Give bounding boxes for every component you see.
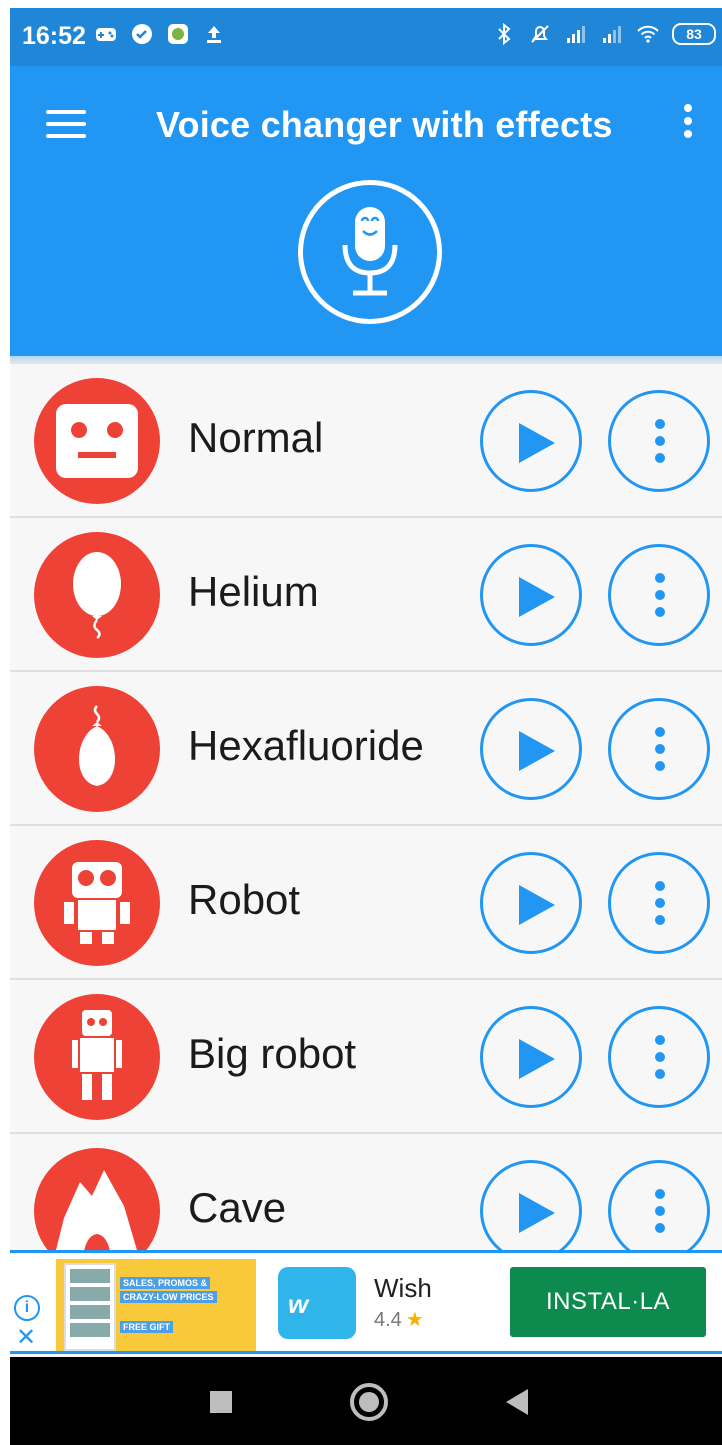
effect-label: Cave [188, 1184, 287, 1231]
logo-text: w [288, 1289, 309, 1319]
wifi-icon [637, 25, 659, 43]
more-options-button[interactable] [608, 1160, 710, 1262]
play-button[interactable] [480, 390, 582, 492]
gamepad-icon [96, 28, 116, 41]
effect-label: Robot [188, 876, 301, 923]
notification-icons [94, 22, 226, 46]
hamburger-menu-icon[interactable] [46, 110, 86, 142]
more-options-button[interactable] [608, 390, 710, 492]
home-icon[interactable] [350, 1383, 388, 1421]
effect-label: Big robot [188, 1030, 357, 1077]
system-icons: 83 [492, 22, 716, 46]
app-notification-icon [168, 24, 188, 44]
play-button[interactable] [480, 544, 582, 646]
effect-label: Helium [188, 568, 319, 615]
ad-image-text: SALES, PROMOS & [120, 1277, 211, 1289]
list-item[interactable]: Helium [10, 518, 722, 672]
play-button[interactable] [480, 1006, 582, 1108]
list-item[interactable]: Hexafluoride [10, 672, 722, 826]
recents-icon[interactable] [210, 1391, 232, 1413]
microphone-icon [342, 207, 398, 296]
ad-rating-value: 4.4 [374, 1309, 402, 1331]
heavy-balloon-icon [34, 686, 160, 812]
install-button[interactable]: INSTAL·LA [510, 1267, 706, 1337]
play-button[interactable] [480, 698, 582, 800]
list-item[interactable]: Robot [10, 826, 722, 980]
balloon-icon [34, 532, 160, 658]
ad-rating: 4.4 ★ [374, 1307, 424, 1332]
back-icon[interactable] [506, 1389, 528, 1415]
ad-app-name: Wish [374, 1273, 432, 1303]
app-title: Voice changer with effects [156, 104, 613, 145]
more-vert-icon[interactable] [680, 104, 696, 144]
play-button[interactable] [480, 852, 582, 954]
ad-close-icon[interactable]: ✕ [16, 1323, 36, 1352]
check-circle-icon [132, 24, 152, 44]
ad-image-text: FREE GIFT [120, 1321, 173, 1333]
signal-icon [567, 26, 585, 43]
play-button[interactable] [480, 1160, 582, 1262]
mute-icon [531, 25, 549, 43]
app-bar: Voice changer with effects [10, 66, 722, 356]
more-options-button[interactable] [608, 852, 710, 954]
ad-image[interactable]: SALES, PROMOS & CRAZY-LOW PRICES FREE GI… [56, 1259, 256, 1351]
big-robot-icon [34, 994, 160, 1120]
app-screen: 16:52 83 Voice changer with effects Norm… [10, 8, 722, 1445]
more-options-button[interactable] [608, 698, 710, 800]
upload-icon [207, 26, 221, 43]
more-options-button[interactable] [608, 544, 710, 646]
phone-screenshot [64, 1263, 116, 1351]
ad-image-text: CRAZY-LOW PRICES [120, 1291, 217, 1303]
star-icon: ★ [405, 1309, 424, 1331]
effect-label: Hexafluoride [188, 722, 424, 769]
status-bar: 16:52 83 [10, 8, 722, 66]
ad-info-icon[interactable]: i [14, 1295, 40, 1321]
list-item[interactable]: Normal [10, 364, 722, 518]
robot-icon [34, 840, 160, 966]
effect-label: Normal [188, 414, 324, 461]
battery-icon: 83 [672, 23, 716, 45]
list-item[interactable]: Big robot [10, 980, 722, 1134]
wish-logo-icon[interactable]: w [278, 1267, 356, 1339]
status-time: 16:52 [22, 22, 86, 50]
ad-banner[interactable]: i ✕ SALES, PROMOS & CRAZY-LOW PRICES FRE… [10, 1250, 722, 1354]
robot-face-icon [34, 378, 160, 504]
more-options-button[interactable] [608, 1006, 710, 1108]
bluetooth-icon [498, 22, 511, 46]
record-button[interactable] [298, 180, 442, 324]
signal-icon [603, 26, 621, 43]
effects-list: Normal Helium Hexafluoride Robot Big rob… [10, 364, 722, 1288]
navigation-bar [10, 1357, 722, 1445]
